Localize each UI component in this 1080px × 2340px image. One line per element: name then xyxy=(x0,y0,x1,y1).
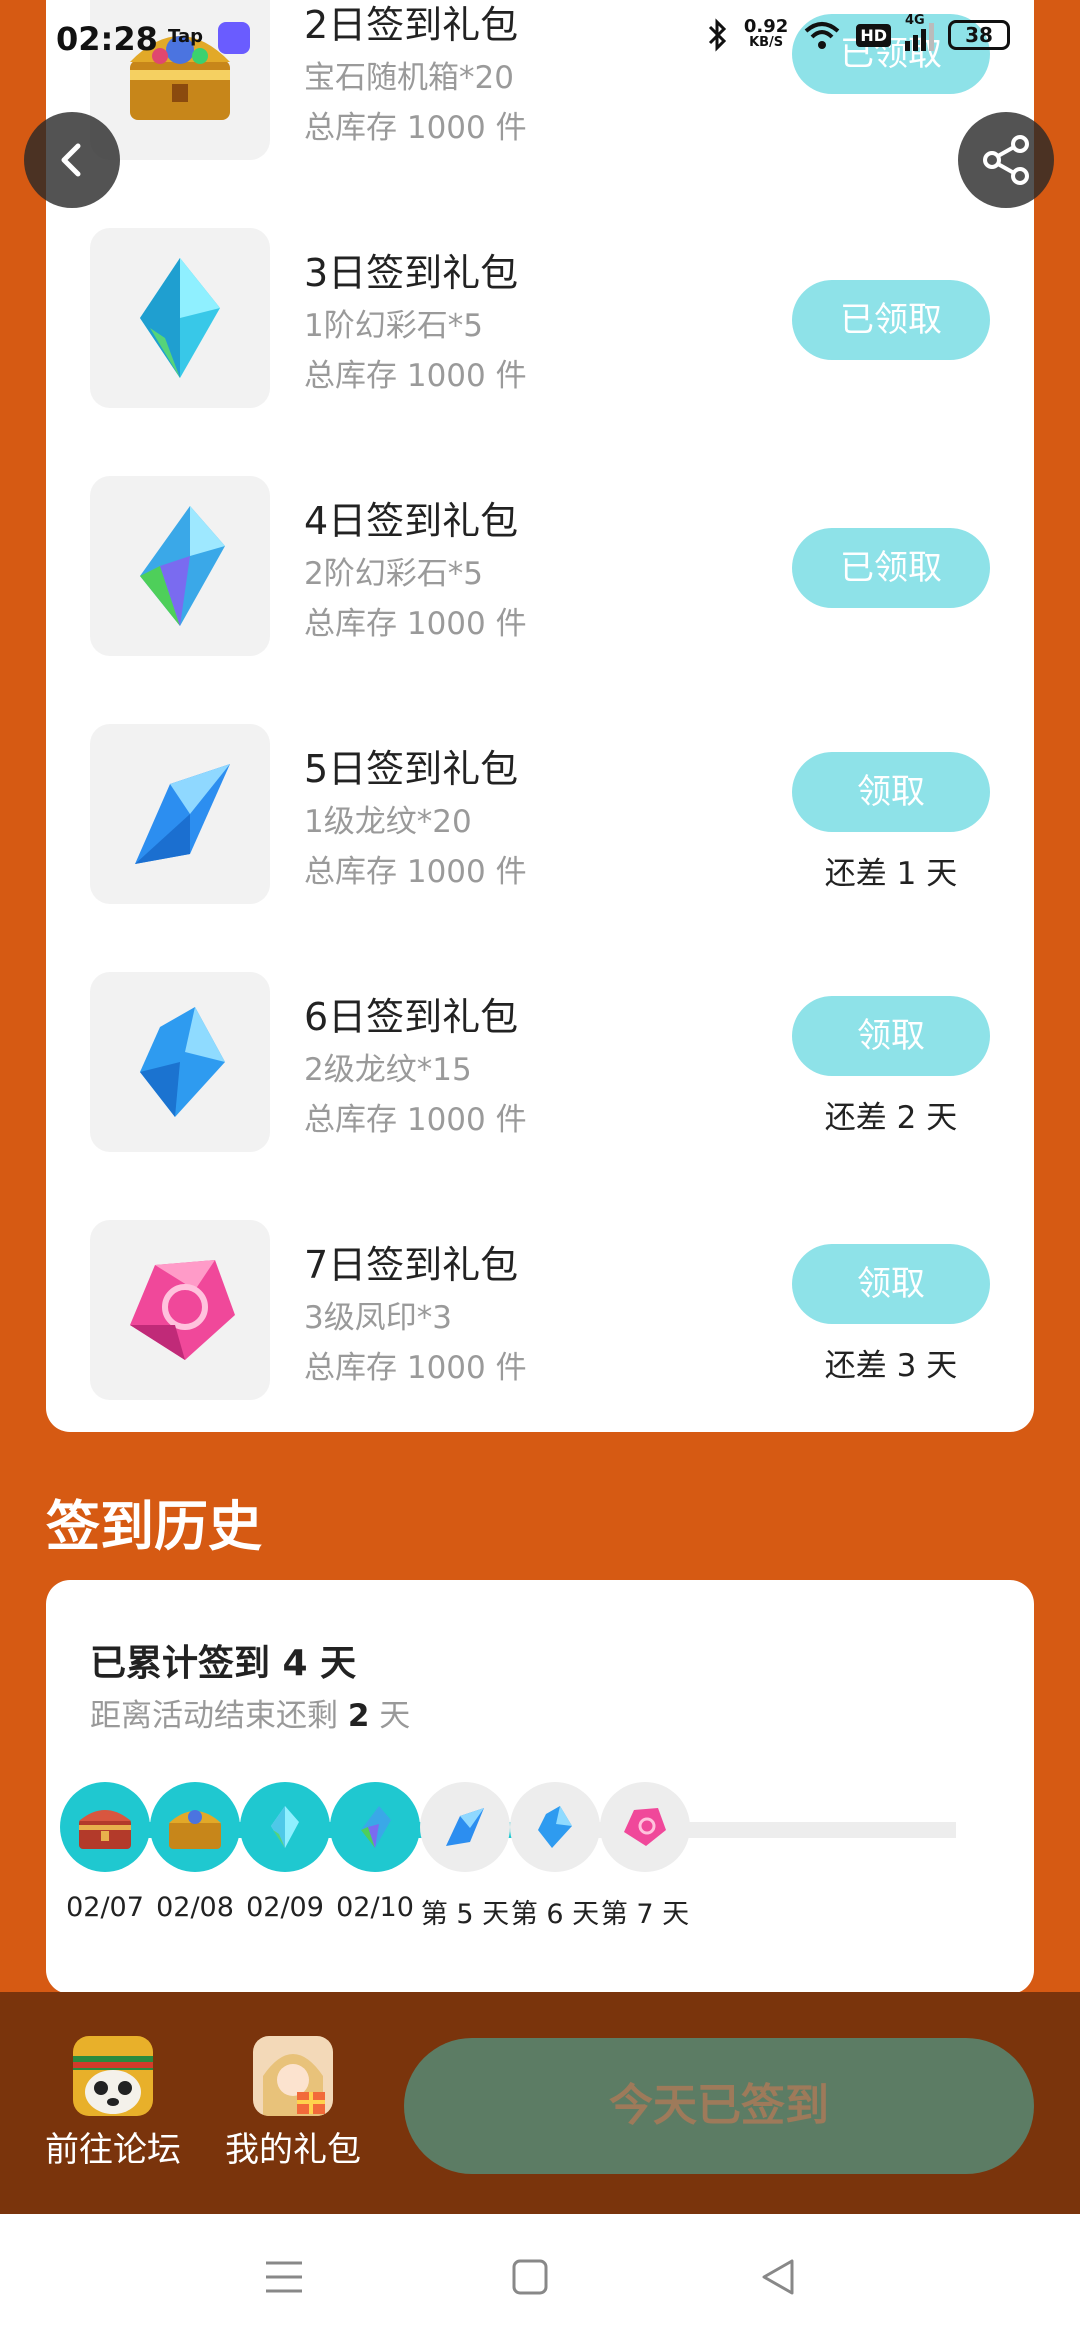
gift-desc: 2阶幻彩石*5 xyxy=(304,556,483,592)
network-type: 4G xyxy=(905,13,925,28)
history-title: 签到历史 xyxy=(46,1495,262,1558)
gift-row-day5: 5日签到礼包 1级龙纹*20 总库存 1000 件 领取 还差 1 天 xyxy=(46,724,1034,972)
speed-unit: KB/S xyxy=(749,35,784,50)
gift-list-card: 2日签到礼包 宝石随机箱*20 总库存 1000 件 已领取 3日签到礼包 1阶… xyxy=(46,0,1034,1432)
gift-title: 3日签到礼包 xyxy=(304,251,519,295)
forum-label: 前往论坛 xyxy=(45,2130,181,2170)
history-card: 已累计签到 4 天 距离活动结束还剩 2 天 02/07 02/08 02/09… xyxy=(46,1580,1034,1994)
chevron-left-icon xyxy=(61,143,81,177)
my-gifts-avatar-icon xyxy=(253,2036,333,2116)
bottom-action-bar: 前往论坛 我的礼包 今天已签到 xyxy=(0,1992,1080,2214)
gift-stock: 总库存 1000 件 xyxy=(304,854,527,890)
timeline-node-2 xyxy=(150,1782,240,1872)
timeline-node-1 xyxy=(60,1782,150,1872)
network-speed: 0.92 KB/S xyxy=(743,16,789,51)
gift-row-day6: 6日签到礼包 2级龙纹*15 总库存 1000 件 领取 还差 2 天 xyxy=(46,972,1034,1220)
status-time: 02:28 xyxy=(56,20,158,58)
gift-desc: 3级凤印*3 xyxy=(304,1300,452,1336)
blue-crystal-icon xyxy=(90,228,270,408)
gift-stock: 总库存 1000 件 xyxy=(304,1350,527,1386)
timeline-node-6 xyxy=(510,1782,600,1872)
gift-title: 7日签到礼包 xyxy=(304,1243,519,1287)
wifi-icon xyxy=(805,22,840,49)
rainbow-crystal-icon xyxy=(361,1806,391,1848)
timeline-node-7 xyxy=(600,1782,690,1872)
gift-title: 5日签到礼包 xyxy=(304,747,519,791)
days-left-text: 还差 3 天 xyxy=(824,1348,958,1384)
menu-nav-button[interactable] xyxy=(254,2252,314,2302)
menu-icon xyxy=(266,2261,302,2293)
timeline-node-5 xyxy=(420,1782,510,1872)
back-triangle-icon xyxy=(762,2259,794,2295)
signal-icon: 4G xyxy=(905,13,934,51)
forum-avatar-icon xyxy=(73,2036,153,2116)
gift-desc: 1级龙纹*20 xyxy=(304,804,472,840)
gift-row-day7: 7日签到礼包 3级凤印*3 总库存 1000 件 领取 还差 3 天 xyxy=(46,1220,1034,1432)
home-nav-button[interactable] xyxy=(500,2252,560,2302)
bluetooth-icon xyxy=(708,18,727,52)
claim-button[interactable]: 领取 xyxy=(792,752,990,832)
blue-shard-icon xyxy=(446,1808,484,1846)
forum-button[interactable]: 前往论坛 xyxy=(38,2036,188,2171)
gift-title: 6日签到礼包 xyxy=(304,995,519,1039)
gift-desc: 2级龙纹*15 xyxy=(304,1052,472,1088)
back-button[interactable] xyxy=(24,112,120,208)
blue-shard-icon xyxy=(90,724,270,904)
signed-in-today-button[interactable]: 今天已签到 xyxy=(404,2038,1034,2174)
treasure-chest-icon xyxy=(169,1810,221,1849)
gift-stock: 总库存 1000 件 xyxy=(304,606,527,642)
blue-gem-icon xyxy=(90,972,270,1152)
days-left-text: 还差 2 天 xyxy=(824,1100,958,1136)
remaining-text: 距离活动结束还剩 2 天 xyxy=(90,1698,411,1734)
hd-badge: HD xyxy=(856,23,891,47)
gift-title: 4日签到礼包 xyxy=(304,499,519,543)
claim-button[interactable]: 领取 xyxy=(792,996,990,1076)
claimed-button[interactable]: 已领取 xyxy=(792,280,990,360)
claim-button[interactable]: 领取 xyxy=(792,1244,990,1324)
red-chest-icon xyxy=(79,1810,131,1849)
claimed-button[interactable]: 已领取 xyxy=(792,528,990,608)
gift-row-day4: 4日签到礼包 2阶幻彩石*5 总库存 1000 件 已领取 xyxy=(46,476,1034,724)
back-nav-button[interactable] xyxy=(748,2252,808,2302)
system-nav-bar xyxy=(0,2214,1080,2340)
share-button[interactable] xyxy=(958,112,1054,208)
speed-value: 0.92 xyxy=(743,16,789,37)
pink-gem-icon xyxy=(624,1808,666,1846)
rainbow-crystal-icon xyxy=(90,476,270,656)
gift-stock: 总库存 1000 件 xyxy=(304,358,527,394)
pink-gem-icon xyxy=(90,1220,270,1400)
my-gifts-label: 我的礼包 xyxy=(225,2130,361,2170)
timeline-node-3 xyxy=(240,1782,330,1872)
blue-crystal-icon xyxy=(271,1806,299,1848)
app-notification-icon xyxy=(218,22,250,54)
my-gifts-button[interactable]: 我的礼包 xyxy=(218,2036,368,2171)
days-left-text: 还差 1 天 xyxy=(824,856,958,892)
gift-stock: 总库存 1000 件 xyxy=(304,1102,527,1138)
home-icon xyxy=(512,2259,548,2295)
battery-indicator: 38 xyxy=(948,20,1010,50)
tap-app-icon: Tap xyxy=(168,26,203,47)
share-icon xyxy=(983,135,1029,185)
gift-stock: 总库存 1000 件 xyxy=(304,110,527,146)
blue-gem-icon xyxy=(538,1806,572,1848)
cumulative-text: 已累计签到 4 天 xyxy=(90,1643,357,1684)
gift-desc: 1阶幻彩石*5 xyxy=(304,308,483,344)
timeline-label: 第 7 天 xyxy=(600,1899,690,1930)
timeline-node-4 xyxy=(330,1782,420,1872)
status-bar: 02:28 Tap 0.92 KB/S HD 4G 38 xyxy=(0,0,1080,80)
gift-row-day3: 3日签到礼包 1阶幻彩石*5 总库存 1000 件 已领取 xyxy=(46,228,1034,476)
